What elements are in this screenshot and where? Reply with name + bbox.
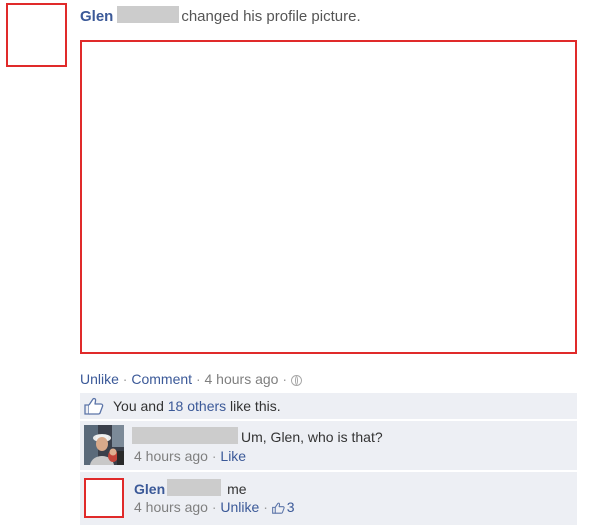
redacted-surname (167, 479, 222, 496)
comment-text: me (227, 481, 247, 497)
comment-meta: 4 hours ago · Unlike · 3 (134, 499, 295, 517)
comment-like-link[interactable]: Like (220, 448, 246, 464)
likes-prefix: You and (113, 398, 164, 414)
separator: · (211, 499, 217, 515)
separator: · (263, 499, 268, 515)
separator: · (122, 371, 128, 387)
separator: · (211, 448, 217, 464)
commenter-avatar[interactable] (84, 425, 124, 465)
commenter-avatar[interactable] (84, 478, 124, 518)
comment-author-name[interactable]: Glen (134, 481, 165, 497)
redacted-commenter-name (132, 427, 238, 444)
comment-item: Um, Glen, who is that? 4 hours ago · Lik… (80, 421, 577, 470)
comment-timestamp[interactable]: 4 hours ago (134, 448, 208, 464)
separator: · (282, 371, 288, 387)
thumbs-up-icon (84, 397, 104, 420)
likes-text: You and 18 others like this. (113, 398, 281, 414)
like-count: 3 (286, 499, 295, 515)
post-actions: Unlike · Comment · 4 hours ago · (80, 371, 302, 387)
post-timestamp[interactable]: 4 hours ago (205, 371, 279, 387)
thumbs-up-icon (271, 501, 285, 517)
comment-body: Um, Glen, who is that? (132, 427, 383, 445)
poster-avatar[interactable] (6, 3, 67, 67)
post-headline: Glen changed his profile picture. (80, 6, 361, 26)
unlike-link[interactable]: Unlike (80, 371, 119, 387)
comment-text: Um, Glen, who is that? (241, 429, 383, 445)
post-author-name[interactable]: Glen (80, 8, 113, 25)
redacted-surname (117, 6, 180, 23)
comment-item: Glen me 4 hours ago · Unlike · 3 (80, 472, 577, 525)
globe-icon[interactable] (290, 375, 302, 386)
comment-meta: 4 hours ago · Like (134, 448, 246, 464)
post-photo[interactable] (80, 40, 577, 354)
separator: · (195, 371, 201, 387)
post-action-text: changed his profile picture. (181, 8, 361, 25)
comment-body: Glen me (134, 479, 247, 497)
comment-like-count[interactable]: 3 (271, 499, 295, 517)
likes-suffix: like this. (230, 398, 281, 414)
likes-others-link[interactable]: 18 others (168, 398, 226, 414)
likes-summary: You and 18 others like this. (80, 393, 577, 419)
comment-timestamp[interactable]: 4 hours ago (134, 499, 208, 515)
comment-link[interactable]: Comment (131, 371, 192, 387)
comment-unlike-link[interactable]: Unlike (220, 499, 259, 515)
